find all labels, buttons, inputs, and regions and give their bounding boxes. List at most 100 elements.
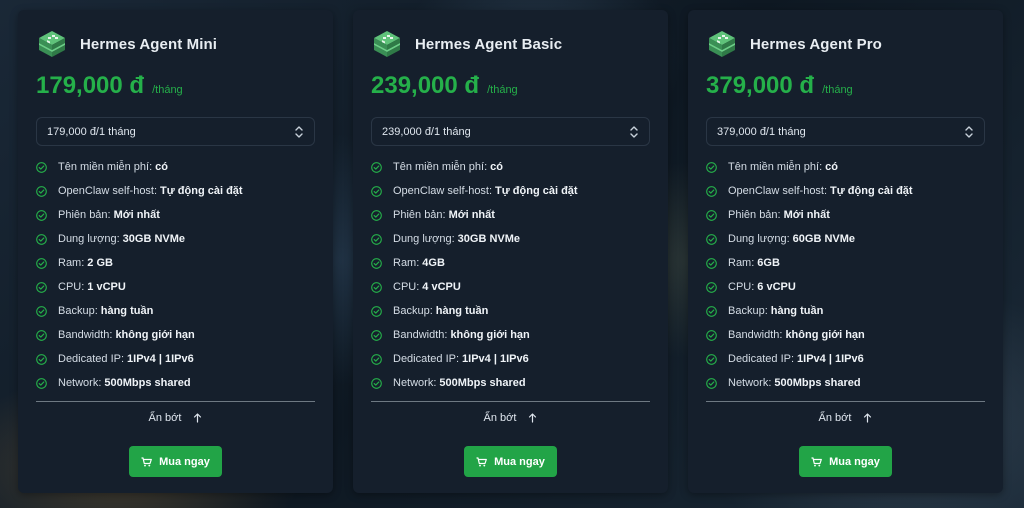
feature-item: Tên miền miễn phí: có (371, 155, 650, 179)
feature-item: Tên miền miễn phí: có (706, 155, 985, 179)
feature-label: Dedicated IP: (728, 353, 795, 365)
server-box-icon (374, 31, 400, 57)
feature-label: Bandwidth: (728, 329, 783, 341)
plan-title: Hermes Agent Mini (80, 35, 218, 53)
feature-value: hàng tuần (770, 305, 824, 317)
feature-value: Tự động cài đặt (830, 185, 913, 197)
check-circle-icon (706, 185, 717, 197)
feature-value: Mới nhất (448, 209, 495, 221)
plan-title: Hermes Agent Pro (750, 35, 882, 53)
feature-value: 500Mbps shared (439, 377, 526, 389)
buy-wrap: Mua ngay (371, 446, 650, 477)
cart-icon (476, 456, 488, 466)
feature-item: Dedicated IP: 1IPv4 | 1IPv6 (706, 347, 985, 371)
buy-now-button[interactable]: Mua ngay (799, 446, 892, 477)
feature-item: Dedicated IP: 1IPv4 | 1IPv6 (36, 347, 315, 371)
price-period: /tháng (487, 84, 518, 96)
chevron-up-down-icon (965, 125, 973, 138)
buy-wrap: Mua ngay (706, 446, 985, 477)
feature-item: Dung lượng: 30GB NVMe (371, 227, 650, 251)
feature-label: Dung lượng: (728, 233, 790, 245)
feature-value: 6GB (757, 257, 780, 269)
feature-label: CPU: (58, 281, 85, 293)
feature-item: Phiên bản: Mới nhất (706, 203, 985, 227)
feature-label: Ram: (58, 257, 85, 269)
feature-label: Dedicated IP: (58, 353, 125, 365)
feature-item: Bandwidth: không giới hạn (371, 323, 650, 347)
check-circle-icon (706, 305, 717, 317)
feature-item: CPU: 6 vCPU (706, 275, 985, 299)
chevron-up-down-icon (295, 125, 303, 138)
feature-value: 30GB NVMe (122, 233, 186, 245)
feature-value: 4 vCPU (422, 281, 461, 293)
pricing-card-pro: Hermes Agent Pro 379,000 đ /tháng 379,00… (688, 10, 1003, 493)
billing-cycle-select[interactable]: 239,000 đ/1 tháng (371, 117, 650, 146)
price-row: 379,000 đ /tháng (706, 72, 985, 106)
feature-value: 500Mbps shared (774, 377, 861, 389)
check-circle-icon (706, 257, 717, 269)
price-period: /tháng (822, 84, 853, 96)
divider (371, 401, 650, 402)
feature-label: Phiên bản: (58, 209, 111, 221)
feature-label: Network: (58, 377, 102, 389)
card-header: Hermes Agent Basic (371, 27, 650, 61)
feature-item: Backup: hàng tuần (371, 299, 650, 323)
divider (36, 401, 315, 402)
feature-item: Network: 500Mbps shared (36, 371, 315, 395)
plan-price: 379,000 đ (706, 72, 815, 99)
feature-label: Ram: (728, 257, 755, 269)
collapse-toggle[interactable]: Ẩn bớt (706, 409, 985, 427)
billing-cycle-select[interactable]: 379,000 đ/1 tháng (706, 117, 985, 146)
server-box-icon (39, 31, 65, 57)
divider (706, 401, 985, 402)
feature-item: OpenClaw self-host: Tự động cài đặt (36, 179, 315, 203)
check-circle-icon (371, 257, 382, 269)
check-circle-icon (371, 185, 382, 197)
check-circle-icon (706, 233, 717, 245)
check-circle-icon (36, 377, 47, 389)
collapse-toggle[interactable]: Ẩn bớt (371, 409, 650, 427)
check-circle-icon (706, 281, 717, 293)
check-circle-icon (706, 377, 717, 389)
plan-title: Hermes Agent Basic (415, 35, 563, 53)
billing-cycle-select[interactable]: 179,000 đ/1 tháng (36, 117, 315, 146)
check-circle-icon (36, 257, 47, 269)
plan-price: 179,000 đ (36, 72, 145, 99)
feature-list: Tên miền miễn phí: có OpenClaw self-host: T… (371, 155, 650, 395)
arrow-up-icon (194, 413, 202, 423)
feature-label: Backup: (58, 305, 98, 317)
feature-value: không giới hạn (450, 329, 530, 341)
price-row: 179,000 đ /tháng (36, 72, 315, 106)
buy-now-button[interactable]: Mua ngay (129, 446, 222, 477)
feature-label: Ram: (393, 257, 420, 269)
feature-value: Tự động cài đặt (495, 185, 578, 197)
feature-value: 1 vCPU (87, 281, 126, 293)
pricing-card-mini: Hermes Agent Mini 179,000 đ /tháng 179,0… (18, 10, 333, 493)
billing-cycle-value: 239,000 đ/1 tháng (382, 125, 471, 138)
feature-item: Network: 500Mbps shared (706, 371, 985, 395)
collapse-label: Ẩn bớt (818, 412, 852, 424)
feature-value: 6 vCPU (757, 281, 796, 293)
feature-value: có (825, 161, 838, 173)
feature-label: OpenClaw self-host: (58, 185, 158, 197)
buy-now-button[interactable]: Mua ngay (464, 446, 557, 477)
feature-item: Dedicated IP: 1IPv4 | 1IPv6 (371, 347, 650, 371)
feature-item: Bandwidth: không giới hạn (36, 323, 315, 347)
check-circle-icon (371, 353, 382, 365)
feature-item: CPU: 1 vCPU (36, 275, 315, 299)
feature-item: CPU: 4 vCPU (371, 275, 650, 299)
check-circle-icon (36, 305, 47, 317)
cart-icon (141, 456, 153, 466)
feature-value: Mới nhất (113, 209, 160, 221)
feature-item: Network: 500Mbps shared (371, 371, 650, 395)
feature-value: 1IPv4 | 1IPv6 (462, 353, 529, 365)
check-circle-icon (36, 329, 47, 341)
pricing-card-basic: Hermes Agent Basic 239,000 đ /tháng 239,… (353, 10, 668, 493)
check-circle-icon (706, 353, 717, 365)
billing-cycle-value: 379,000 đ/1 tháng (717, 125, 806, 138)
check-circle-icon (371, 377, 382, 389)
collapse-toggle[interactable]: Ẩn bớt (36, 409, 315, 427)
feature-label: Dung lượng: (393, 233, 455, 245)
feature-label: Backup: (728, 305, 768, 317)
feature-label: Phiên bản: (393, 209, 446, 221)
